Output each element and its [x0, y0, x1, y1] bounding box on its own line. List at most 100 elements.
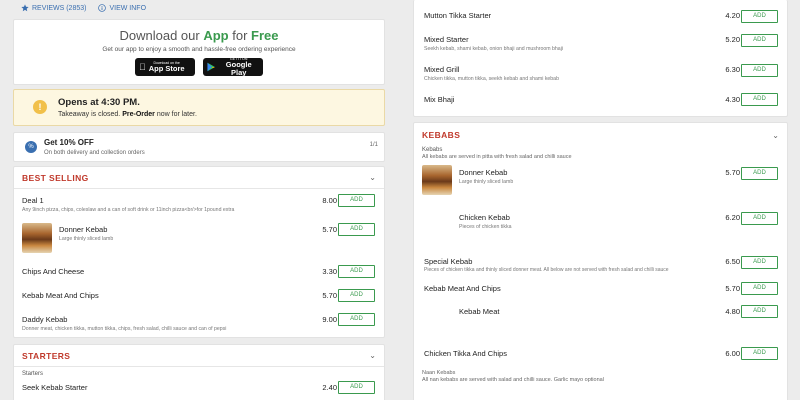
app-banner-subtitle: Get our app to enjoy a smooth and hassle…	[102, 46, 296, 53]
add-button[interactable]: ADD	[741, 305, 778, 318]
apple-icon: 	[139, 62, 146, 72]
best-selling-section: BEST SELLING ⌄ Deal 1 Any 9inch pizza, c…	[13, 166, 385, 338]
best-selling-header[interactable]: BEST SELLING ⌄	[14, 167, 384, 189]
section-title: BEST SELLING	[22, 172, 89, 183]
item-price: 6.00	[725, 349, 740, 358]
add-button[interactable]: ADD	[741, 64, 778, 77]
add-button[interactable]: ADD	[741, 93, 778, 106]
item-price: 5.70	[725, 284, 740, 293]
menu-item: Kebab Meat 4.80 ADD	[414, 302, 787, 346]
google-play-button[interactable]: GET IT ON Google Play	[203, 57, 263, 76]
add-button[interactable]: ADD	[741, 282, 778, 295]
starters-section: STARTERS ⌄ Starters Seek Kebab Starter 2…	[13, 344, 385, 400]
starters-header[interactable]: STARTERS ⌄	[14, 345, 384, 367]
add-button[interactable]: ADD	[338, 381, 375, 394]
item-price: 5.70	[322, 291, 337, 300]
item-name: Chicken Kebab	[459, 213, 510, 222]
menu-item: Chicken Tikka And Chips 6.00 ADD	[414, 346, 787, 366]
item-name: Kebab Meat And Chips	[22, 291, 99, 300]
offer-card[interactable]: % Get 10% OFF On both delivery and colle…	[13, 132, 385, 162]
item-price: 5.70	[322, 225, 337, 234]
menu-item: Chips And Cheese 3.30 ADD	[14, 259, 384, 283]
offer-pager: 1/1	[369, 142, 378, 148]
add-button[interactable]: ADD	[741, 347, 778, 360]
item-price: 6.20	[725, 213, 740, 222]
item-name: Daddy Kebab	[22, 315, 68, 324]
preorder-text: Takeaway is closed. Pre-Order now for la…	[58, 111, 197, 118]
add-button[interactable]: ADD	[338, 313, 375, 326]
kebabs-section: KEBABS ⌄ Kebabs All kebabs are served in…	[413, 122, 788, 400]
item-name: Kebab Meat And Chips	[424, 284, 501, 293]
add-button[interactable]: ADD	[338, 223, 375, 236]
item-image	[22, 223, 52, 253]
view-info-label: VIEW INFO	[109, 4, 147, 12]
item-price: 4.30	[725, 95, 740, 104]
item-name: Mix Bhaji	[424, 95, 455, 104]
section-title: STARTERS	[22, 350, 71, 361]
item-description: Pieces of chicken tikka and thinly slice…	[424, 267, 669, 273]
section-note: Starters	[22, 371, 44, 377]
percent-icon: %	[25, 141, 37, 153]
chevron-down-icon[interactable]: ⌄	[772, 131, 779, 140]
item-description: Pieces of chicken tikka	[459, 224, 512, 230]
menu-item: Donner Kebab Large thinly sliced lamb 5.…	[14, 217, 384, 259]
restaurant-links: REVIEWS (2853) VIEW INFO	[13, 0, 385, 16]
item-price: 8.00	[322, 196, 337, 205]
menu-item: Kebab Meat And Chips 5.70 ADD	[414, 278, 787, 302]
menu-item: Mixed Grill Chicken tikka, mutton tikka,…	[414, 54, 787, 82]
clock-alert-icon: !	[33, 100, 47, 114]
menu-item: Mutton Tikka Starter 4.20 ADD	[414, 0, 787, 24]
app-store-button[interactable]:  Download on theApp Store	[135, 58, 195, 76]
item-name: Seek Kebab Starter	[22, 383, 88, 392]
item-description: Large thinly sliced lamb	[459, 179, 514, 185]
item-price: 6.50	[725, 257, 740, 266]
item-description: Large thinly sliced lamb	[59, 236, 114, 242]
item-name: Chicken Tikka And Chips	[424, 349, 507, 358]
add-button[interactable]: ADD	[338, 265, 375, 278]
item-price: 5.20	[725, 35, 740, 44]
reviews-link[interactable]: REVIEWS (2853)	[21, 4, 86, 12]
menu-item: Deal 1 Any 9inch pizza, chips, coleslaw …	[14, 189, 384, 217]
menu-item: Seek Kebab Starter 2.40 ADD	[14, 377, 384, 399]
chevron-down-icon[interactable]: ⌄	[369, 351, 376, 360]
chevron-down-icon[interactable]: ⌄	[369, 173, 376, 182]
item-price: 9.00	[322, 315, 337, 324]
item-name: Donner Kebab	[59, 225, 108, 234]
section-note-detail: All kebabs are served in pitta with fres…	[422, 154, 572, 160]
menu-item: Special Kebab Pieces of chicken tikka an…	[414, 252, 787, 278]
item-name: Kebab Meat	[459, 307, 500, 316]
menu-item: Donner Kebab Large thinly sliced lamb 5.…	[414, 160, 787, 204]
star-icon	[21, 4, 29, 12]
opening-notice: ! Opens at 4:30 PM. Takeaway is closed. …	[13, 89, 385, 126]
offer-subtitle: On both delivery and collection orders	[44, 150, 145, 156]
add-button[interactable]: ADD	[741, 34, 778, 47]
section-title: KEBABS	[422, 130, 461, 140]
add-button[interactable]: ADD	[338, 289, 375, 302]
menu-item: Daddy Kebab Donner meat, chicken tikka, …	[14, 307, 384, 335]
add-button[interactable]: ADD	[741, 10, 778, 23]
menu-item: Mixed Starter Seekh kebab, shami kebab, …	[414, 24, 787, 54]
app-banner-title: Download our App for Free	[119, 28, 279, 43]
add-button[interactable]: ADD	[741, 167, 778, 180]
add-button[interactable]: ADD	[741, 256, 778, 269]
item-name: Chips And Cheese	[22, 267, 85, 276]
kebabs-header[interactable]: KEBABS ⌄	[414, 123, 787, 147]
item-image	[422, 165, 452, 195]
view-info-link[interactable]: VIEW INFO	[98, 4, 146, 12]
add-button[interactable]: ADD	[338, 194, 375, 207]
item-description: Seekh kebab, shami kebab, onion bhaji an…	[424, 46, 563, 52]
naan-kebabs-note: Naan Kebabs	[422, 370, 456, 376]
item-description: Donner meat, chicken tikka, mutton tikka…	[22, 326, 227, 332]
item-description: Any 9inch pizza, chips, coleslaw and a c…	[22, 207, 235, 213]
item-price: 2.40	[322, 383, 337, 392]
right-column: Mutton Tikka Starter 4.20 ADD Mixed Star…	[413, 0, 788, 400]
item-name: Mutton Tikka Starter	[424, 11, 492, 20]
opening-time: Opens at 4:30 PM.	[58, 97, 140, 108]
app-download-banner: Download our App for Free Get our app to…	[13, 19, 385, 85]
offer-title: Get 10% OFF	[44, 138, 94, 147]
starters-continued: Mutton Tikka Starter 4.20 ADD Mixed Star…	[413, 0, 788, 117]
item-name: Donner Kebab	[459, 168, 508, 177]
item-price: 4.20	[725, 11, 740, 20]
item-name: Deal 1	[22, 196, 44, 205]
add-button[interactable]: ADD	[741, 212, 778, 225]
